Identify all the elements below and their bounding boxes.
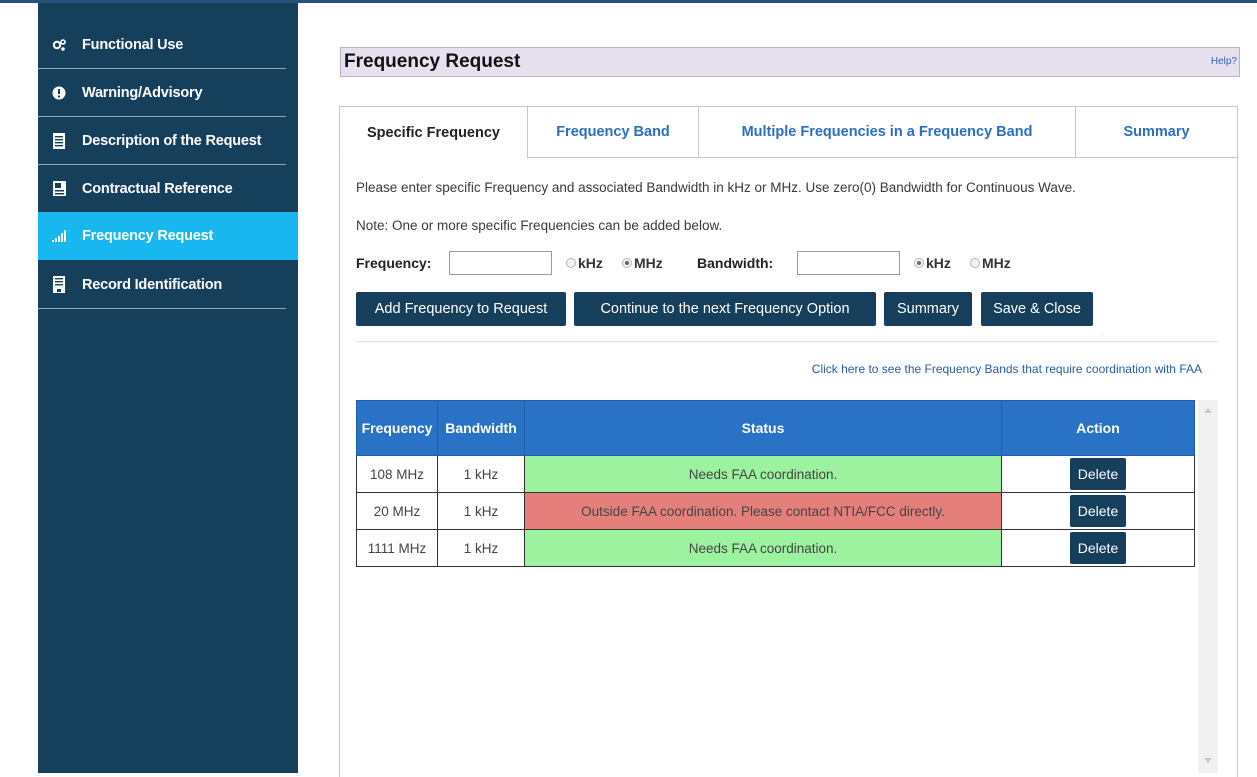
table-scrollbar[interactable] [1198,400,1218,773]
cell-status: Outside FAA coordination. Please contact… [524,492,1002,530]
sidebar-item-label: Warning/Advisory [82,84,203,101]
sidebar-item-label: Record Identification [82,276,223,293]
bandwidth-mhz-label: MHz [982,255,1011,271]
sidebar: Functional Use Warning/Advisory Descript… [38,3,298,773]
cell-bandwidth: 1 kHz [437,492,525,530]
tab-multiple-frequencies[interactable]: Multiple Frequencies in a Frequency Band [698,106,1076,158]
section-divider [356,341,1218,342]
delete-button[interactable]: Delete [1069,495,1127,527]
table-row: 108 MHz 1 kHz Needs FAA coordination. De… [356,455,1195,493]
sidebar-item-label: Contractual Reference [82,180,233,197]
bandwidth-khz-label: kHz [926,255,951,271]
frequency-khz-label: kHz [578,255,603,271]
cell-bandwidth: 1 kHz [437,455,525,493]
sidebar-item-label: Frequency Request [82,228,214,244]
alert-icon [52,85,66,101]
page-header: Frequency Request Help? [340,47,1240,77]
table-row: 1111 MHz 1 kHz Needs FAA coordination. D… [356,529,1195,567]
bandwidth-label: Bandwidth: [697,255,774,271]
frequency-table: Frequency Bandwidth Status Action 108 MH… [356,400,1195,567]
id-card-icon [52,276,66,293]
sidebar-item-record-identification[interactable]: Record Identification [38,261,286,309]
scroll-down-arrow-icon[interactable] [1204,758,1212,763]
cell-action: Delete [1001,529,1195,567]
save-close-button[interactable]: Save & Close [981,292,1093,326]
frequency-input[interactable] [449,251,552,275]
cell-frequency: 20 MHz [356,492,438,530]
column-header-status: Status [524,400,1002,456]
delete-button[interactable]: Delete [1069,458,1127,490]
cell-action: Delete [1001,492,1195,530]
scroll-up-arrow-icon[interactable] [1204,408,1212,413]
tab-label: Summary [1123,124,1190,140]
instruction-text: Please enter specific Frequency and asso… [356,180,1076,195]
sidebar-item-contractual-reference[interactable]: Contractual Reference [38,165,286,213]
sidebar-item-warning-advisory[interactable]: Warning/Advisory [38,69,286,117]
sidebar-item-frequency-request[interactable]: Frequency Request [38,212,298,260]
tab-frequency-band[interactable]: Frequency Band [527,106,699,158]
help-link[interactable]: Help? [1211,56,1237,67]
cell-status: Needs FAA coordination. [524,455,1002,493]
column-header-bandwidth: Bandwidth [437,400,525,456]
tab-summary[interactable]: Summary [1075,106,1238,158]
bandwidth-input[interactable] [797,251,900,275]
document-icon [52,132,66,149]
gears-icon [52,37,66,53]
cell-status: Needs FAA coordination. [524,529,1002,567]
bandwidth-khz-radio[interactable] [914,258,924,268]
cell-frequency: 1111 MHz [356,529,438,567]
sidebar-item-functional-use[interactable]: Functional Use [38,21,286,69]
page-title: Frequency Request [344,51,521,72]
cell-action: Delete [1001,455,1195,493]
cell-frequency: 108 MHz [356,455,438,493]
frequency-mhz-radio[interactable] [622,258,632,268]
frequency-mhz-label: MHz [634,255,663,271]
table-row: 20 MHz 1 kHz Outside FAA coordination. P… [356,492,1195,530]
sidebar-item-description[interactable]: Description of the Request [38,117,286,165]
signal-bars-icon [52,228,66,244]
bandwidth-mhz-radio[interactable] [970,258,980,268]
frequency-label: Frequency: [356,255,432,271]
add-frequency-button[interactable]: Add Frequency to Request [356,292,566,326]
cell-bandwidth: 1 kHz [437,529,525,567]
faa-coordination-link[interactable]: Click here to see the Frequency Bands th… [812,362,1202,376]
tab-label: Multiple Frequencies in a Frequency Band [741,124,1033,140]
summary-button[interactable]: Summary [884,292,972,326]
sidebar-item-label: Functional Use [82,36,184,53]
frequency-khz-radio[interactable] [566,258,576,268]
table-header-row: Frequency Bandwidth Status Action [356,400,1195,456]
delete-button[interactable]: Delete [1069,532,1127,564]
column-header-action: Action [1001,400,1195,456]
contract-icon [52,181,66,197]
continue-next-option-button[interactable]: Continue to the next Frequency Option [574,292,876,326]
sidebar-item-label: Description of the Request [82,132,262,149]
tab-label: Frequency Band [556,124,670,140]
note-text: Note: One or more specific Frequencies c… [356,218,723,233]
tab-label: Specific Frequency [367,124,500,141]
column-header-frequency: Frequency [356,400,438,456]
tab-specific-frequency[interactable]: Specific Frequency [339,106,528,159]
